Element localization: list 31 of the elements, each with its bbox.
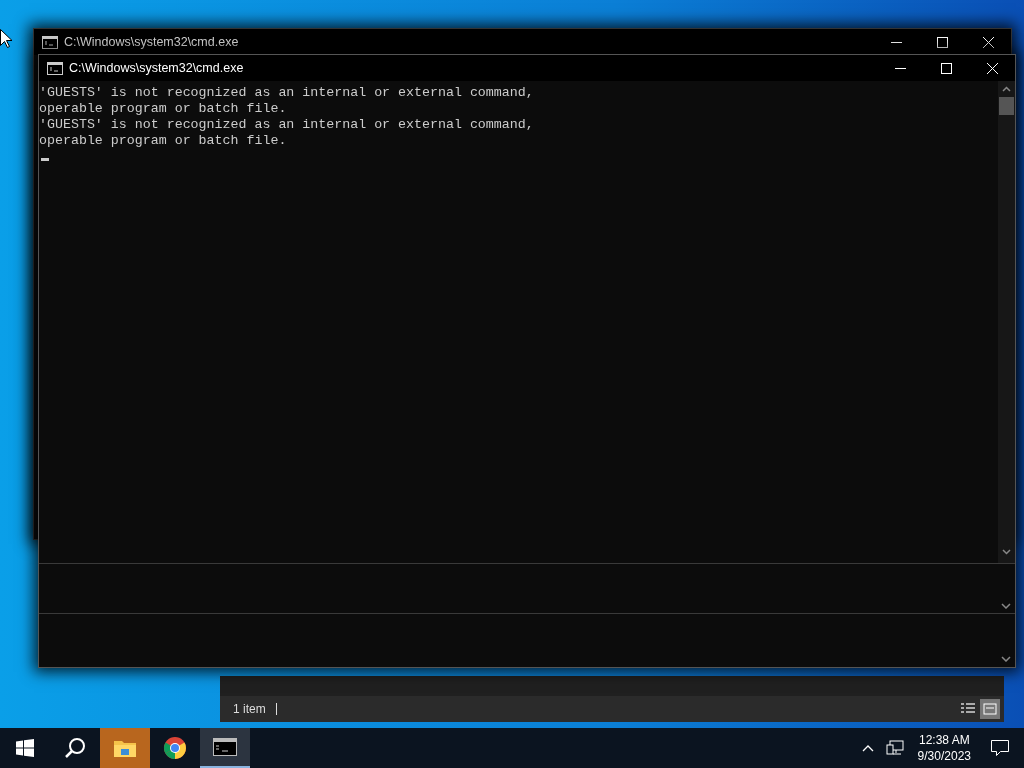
browser-icon [163, 736, 187, 760]
close-icon [982, 36, 994, 48]
window-title: C:\Windows\system32\cmd.exe [63, 33, 240, 51]
search-icon [64, 737, 86, 759]
console-icon [213, 738, 237, 756]
maximize-icon [936, 36, 948, 48]
network-icon[interactable] [885, 740, 904, 756]
tiles-view-icon[interactable] [980, 699, 1000, 719]
window-title: C:\Windows\system32\cmd.exe [68, 59, 245, 77]
console-icon [42, 35, 58, 49]
taskbar-app-button[interactable] [200, 728, 250, 768]
console-line: 'GUESTS' is not recognized as an internal or external command, [39, 85, 534, 101]
clock-time[interactable]: 12:38 AM [918, 732, 970, 748]
text-cursor [275, 703, 277, 715]
windows-logo-icon [16, 739, 34, 757]
close-icon [986, 62, 998, 74]
console-icon [47, 61, 63, 75]
maximize-icon [940, 62, 952, 74]
text-cursor [41, 158, 49, 161]
console-line: operable program or batch file. [39, 101, 287, 117]
console-line: operable program or batch file. [39, 133, 287, 149]
clock-date[interactable]: 9/30/2023 [917, 748, 971, 764]
scroll-down-icon[interactable] [1001, 656, 1011, 662]
mouse-pointer-icon [0, 29, 12, 48]
details-view-icon[interactable] [960, 702, 976, 716]
console-line: 'GUESTS' is not recognized as an internal or external command, [39, 117, 534, 133]
notifications-icon[interactable] [991, 740, 1009, 756]
status-text: 1 item [233, 701, 266, 718]
folder-icon [113, 738, 137, 758]
scroll-down-icon[interactable] [1001, 603, 1011, 609]
scrollbar[interactable] [998, 81, 1015, 563]
